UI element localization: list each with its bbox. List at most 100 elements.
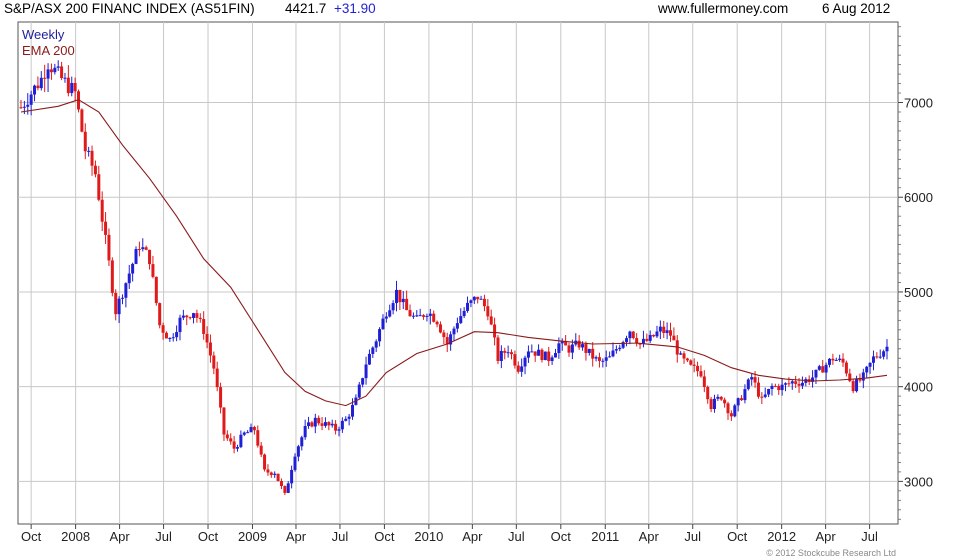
down-bar-body bbox=[208, 342, 212, 356]
up-bar-body bbox=[127, 273, 131, 284]
up-bar-body bbox=[361, 378, 365, 385]
up-bar-body bbox=[296, 446, 300, 457]
down-bar-body bbox=[851, 381, 855, 392]
down-bar-body bbox=[476, 296, 480, 300]
down-bar-body bbox=[198, 317, 202, 320]
up-bar-body bbox=[648, 334, 652, 341]
down-bar-body bbox=[266, 469, 270, 473]
up-bar-body bbox=[171, 337, 175, 339]
up-bar-body bbox=[553, 353, 557, 358]
up-bar-body bbox=[56, 66, 60, 68]
up-bar-body bbox=[53, 67, 57, 73]
up-bar-body bbox=[313, 417, 317, 427]
up-bar-body bbox=[39, 77, 43, 89]
down-bar-body bbox=[584, 344, 588, 353]
up-bar-body bbox=[466, 302, 470, 311]
down-bar-body bbox=[547, 351, 551, 362]
down-bar-body bbox=[631, 331, 635, 339]
x-tick-label: Apr bbox=[816, 529, 837, 544]
down-bar-body bbox=[195, 313, 199, 318]
up-bar-body bbox=[357, 384, 361, 398]
down-bar-body bbox=[398, 289, 402, 303]
down-bar-body bbox=[821, 366, 825, 373]
up-bar-body bbox=[293, 456, 297, 470]
down-bar-body bbox=[692, 364, 696, 366]
down-bar-body bbox=[794, 381, 798, 384]
down-bar-body bbox=[104, 221, 108, 235]
up-bar-body bbox=[175, 332, 179, 338]
y-tick-label: 3000 bbox=[904, 474, 933, 489]
down-bar-body bbox=[408, 310, 412, 317]
up-bar-body bbox=[557, 343, 561, 354]
up-bar-body bbox=[428, 313, 432, 316]
up-bar-body bbox=[570, 344, 574, 353]
up-bar-body bbox=[878, 356, 882, 358]
down-bar-body bbox=[229, 438, 233, 442]
plot-area bbox=[17, 21, 899, 525]
down-bar-body bbox=[144, 247, 148, 250]
up-bar-body bbox=[388, 310, 392, 317]
up-bar-body bbox=[192, 313, 196, 318]
down-bar-body bbox=[726, 403, 730, 414]
up-bar-body bbox=[323, 422, 327, 426]
up-bar-body bbox=[394, 289, 398, 304]
up-bar-body bbox=[770, 385, 774, 390]
up-bar-body bbox=[70, 82, 74, 94]
x-tick-label: 2011 bbox=[591, 529, 619, 544]
down-bar-body bbox=[773, 385, 777, 387]
up-bar-body bbox=[838, 358, 842, 360]
down-bar-body bbox=[256, 430, 260, 446]
down-bar-body bbox=[151, 264, 155, 277]
up-bar-body bbox=[743, 389, 747, 401]
down-bar-body bbox=[422, 315, 426, 317]
down-bar-body bbox=[760, 396, 764, 398]
up-bar-body bbox=[452, 328, 456, 335]
down-bar-body bbox=[753, 377, 757, 383]
down-bar-body bbox=[283, 486, 287, 493]
up-bar-body bbox=[120, 297, 124, 299]
down-bar-body bbox=[672, 335, 676, 341]
down-bar-body bbox=[97, 174, 101, 200]
up-bar-body bbox=[817, 366, 821, 370]
up-bar-body bbox=[885, 346, 889, 352]
up-bar-body bbox=[834, 359, 838, 361]
down-bar-body bbox=[110, 260, 114, 293]
down-bar-body bbox=[219, 387, 223, 408]
up-bar-body bbox=[418, 315, 422, 317]
up-bar-body bbox=[479, 298, 483, 300]
up-bar-body bbox=[780, 384, 784, 391]
x-tick-label: 2008 bbox=[61, 529, 90, 544]
down-bar-body bbox=[215, 368, 219, 388]
up-bar-body bbox=[371, 347, 375, 354]
up-bar-body bbox=[604, 357, 608, 361]
up-bar-body bbox=[381, 318, 385, 330]
down-bar-body bbox=[185, 315, 189, 318]
down-bar-body bbox=[405, 298, 409, 311]
up-bar-body bbox=[882, 351, 886, 357]
down-bar-body bbox=[723, 399, 727, 404]
down-bar-body bbox=[709, 399, 713, 410]
up-bar-body bbox=[750, 377, 754, 380]
up-bar-body bbox=[814, 369, 818, 378]
down-bar-body bbox=[334, 423, 338, 431]
up-bar-body bbox=[455, 323, 459, 329]
up-bar-body bbox=[367, 353, 371, 365]
down-bar-body bbox=[225, 434, 229, 439]
down-bar-body bbox=[164, 332, 168, 339]
down-bar-body bbox=[317, 417, 321, 424]
down-bar-body bbox=[93, 165, 97, 175]
up-bar-body bbox=[618, 347, 622, 350]
down-bar-body bbox=[90, 150, 94, 166]
up-bar-body bbox=[550, 357, 554, 362]
legend-weekly: Weekly bbox=[22, 27, 65, 42]
down-bar-body bbox=[442, 332, 446, 338]
up-bar-body bbox=[581, 344, 585, 348]
down-bar-body bbox=[577, 340, 581, 348]
up-bar-body bbox=[855, 379, 859, 392]
down-bar-body bbox=[486, 306, 490, 317]
up-bar-body bbox=[665, 330, 669, 333]
down-bar-body bbox=[114, 292, 118, 315]
y-tick-label: 6000 bbox=[904, 190, 933, 205]
up-bar-body bbox=[506, 352, 510, 354]
down-bar-body bbox=[740, 398, 744, 401]
